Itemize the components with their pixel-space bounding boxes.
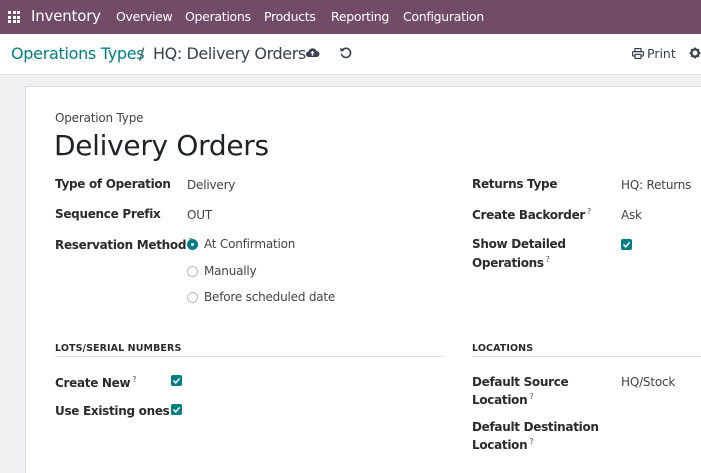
apps-grid-icon[interactable] [8,11,20,23]
show-detailed-operations-checkbox[interactable] [621,239,632,250]
create-new-text: Create New [55,376,131,390]
show-detailed-label-line1: Show Detailed [472,237,566,251]
sequence-prefix-value[interactable]: OUT [187,208,212,222]
undo-icon[interactable] [339,46,352,59]
create-new-checkbox[interactable] [171,375,182,386]
top-navbar: Inventory Overview Operations Products R… [0,0,701,34]
help-icon[interactable]: ? [132,375,136,384]
sequence-prefix-label: Sequence Prefix [55,207,161,221]
printer-icon [632,48,644,59]
create-new-label: Create New? [55,375,137,390]
option-before-scheduled-date-label[interactable]: Before scheduled date [204,290,335,304]
help-icon[interactable]: ? [529,392,533,401]
print-label: Print [647,46,676,61]
type-of-operation-label: Type of Operation [55,177,171,191]
breadcrumb-current: HQ: Delivery Orders [153,44,306,63]
returns-type-value[interactable]: HQ: Returns [621,178,691,192]
lots-section-divider [55,356,443,357]
create-backorder-text: Create Backorder [472,208,586,222]
app-name[interactable]: Inventory [31,7,101,25]
help-icon[interactable]: ? [529,437,533,446]
show-detailed-text: Operations [472,256,544,270]
use-existing-text: Use Existing ones [55,404,170,418]
default-source-label-line1: Default Source [472,375,569,389]
default-source-text: Location [472,393,528,407]
type-of-operation-value[interactable]: Delivery [187,178,235,192]
option-at-confirmation-label[interactable]: At Confirmation [204,237,295,251]
menu-overview[interactable]: Overview [116,9,173,24]
menu-reporting[interactable]: Reporting [331,9,389,24]
default-destination-label-line1: Default Destination [472,420,599,434]
create-backorder-label: Create Backorder? [472,207,591,222]
locations-section-title: LOCATIONS [472,343,534,354]
print-button[interactable]: Print [632,46,676,61]
default-destination-text: Location [472,438,528,452]
default-source-value[interactable]: HQ/Stock [621,375,675,389]
use-existing-label: Use Existing ones? [55,403,176,418]
create-backorder-value[interactable]: Ask [621,208,642,222]
cloud-upload-icon[interactable] [305,46,320,59]
record-title[interactable]: Delivery Orders [54,129,269,162]
gear-icon[interactable] [689,47,701,59]
locations-section-divider [472,356,701,357]
radio-at-confirmation[interactable] [187,239,198,250]
radio-manually[interactable] [187,266,198,277]
option-manually-label[interactable]: Manually [204,264,257,278]
help-icon[interactable]: ? [587,207,591,216]
show-detailed-label-line2: Operations? [472,255,550,270]
form-overline: Operation Type [55,111,144,125]
reservation-method-text: Reservation Method [55,238,187,252]
reservation-method-label: Reservation Method? [55,237,192,252]
radio-before-scheduled-date[interactable] [187,292,198,303]
use-existing-checkbox[interactable] [171,404,182,415]
default-source-label-line2: Location? [472,392,534,407]
menu-operations[interactable]: Operations [185,9,251,24]
breadcrumb-parent-link[interactable]: Operations Types [11,44,145,63]
form-sheet: Operation Type Delivery Orders Type of O… [25,86,701,473]
control-panel: Operations Types / HQ: Delivery Orders P… [0,34,701,75]
lots-section-title: LOTS/SERIAL NUMBERS [55,343,182,354]
help-icon[interactable]: ? [546,255,550,264]
breadcrumb-separator: / [139,44,145,63]
menu-configuration[interactable]: Configuration [403,9,484,24]
returns-type-label: Returns Type [472,177,558,191]
menu-products[interactable]: Products [264,9,316,24]
default-destination-label-line2: Location? [472,437,534,452]
